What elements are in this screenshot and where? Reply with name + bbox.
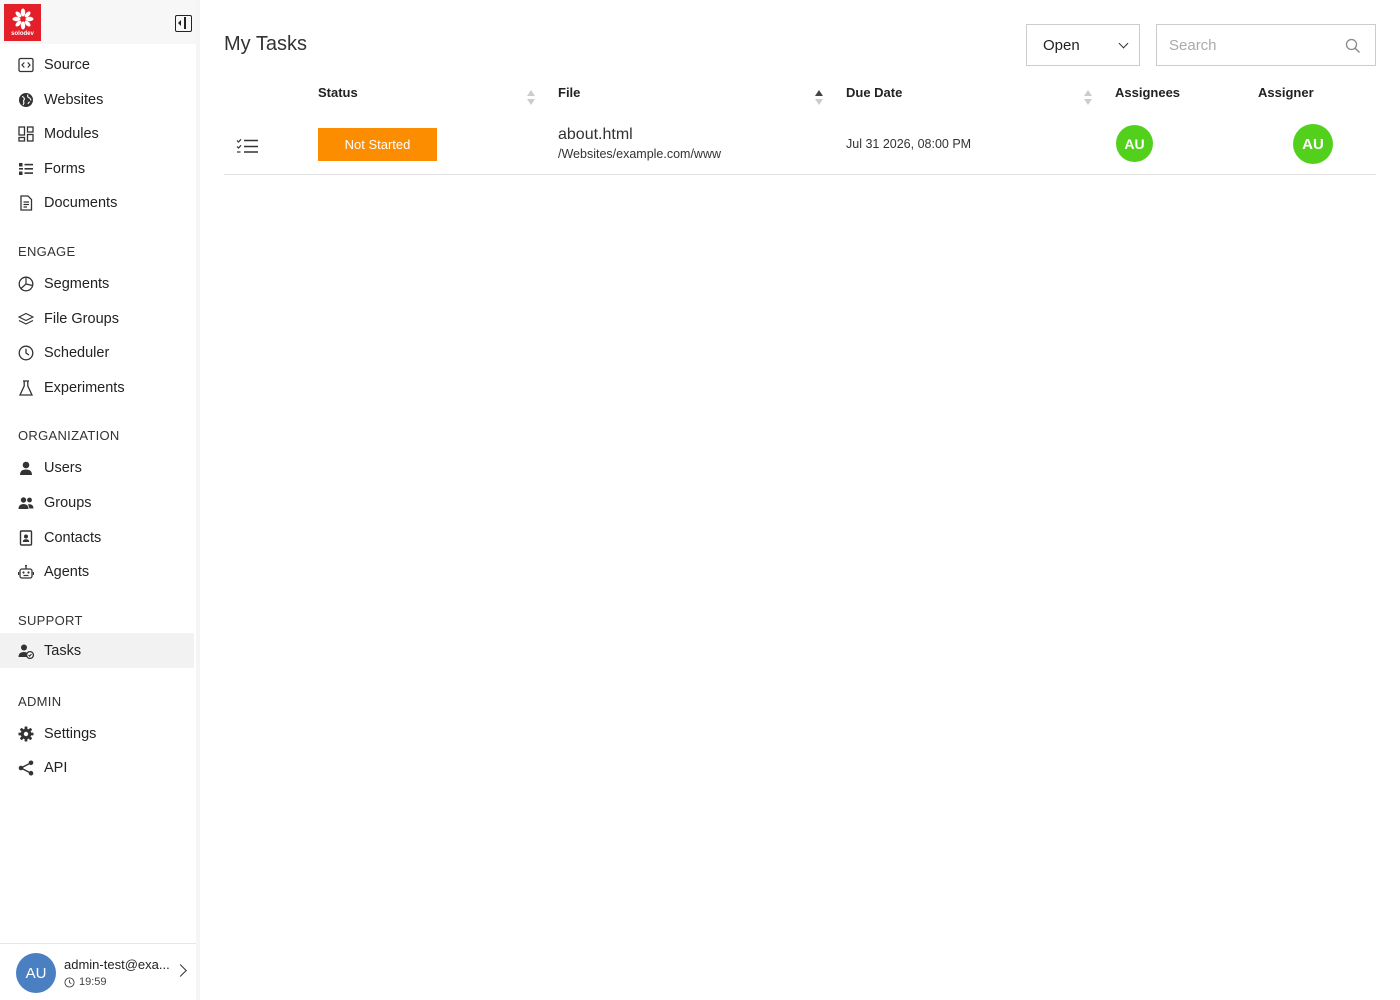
- task-list-icon[interactable]: [236, 138, 259, 154]
- sidebar-item-tasks[interactable]: Tasks: [0, 633, 194, 668]
- sidebar-item-label: Groups: [44, 495, 92, 511]
- avatar: AU: [16, 953, 56, 993]
- search-input[interactable]: [1157, 25, 1327, 65]
- assignee-avatar: AU: [1116, 125, 1153, 162]
- sidebar-item-label: Contacts: [44, 530, 102, 546]
- sidebar-item-label: Source: [44, 57, 90, 73]
- sidebar-item-file-groups[interactable]: File Groups: [0, 302, 194, 336]
- sidebar-item-label: Modules: [44, 126, 99, 142]
- collapse-sidebar-icon[interactable]: [175, 15, 192, 32]
- column-header-assigner: Assigner: [1258, 85, 1314, 100]
- search-icon[interactable]: [1345, 38, 1361, 54]
- sidebar-item-contacts[interactable]: Contacts: [0, 521, 194, 555]
- sidebar-item-agents[interactable]: Agents: [0, 555, 194, 589]
- chevron-right-icon[interactable]: [174, 964, 187, 977]
- sidebar-item-label: Websites: [44, 92, 104, 108]
- section-label-organization: ORGANIZATION: [18, 428, 120, 443]
- sidebar-item-scheduler[interactable]: Scheduler: [0, 336, 194, 370]
- sidebar-item-websites[interactable]: Websites: [0, 83, 194, 117]
- logo-text: solodev: [11, 31, 34, 37]
- sidebar-item-segments[interactable]: Segments: [0, 267, 194, 301]
- sidebar-item-groups[interactable]: Groups: [0, 486, 194, 520]
- column-header-file[interactable]: File: [558, 85, 580, 100]
- sidebar: solodev Source Websites Modules Forms Do…: [0, 0, 196, 1000]
- flower-icon: [12, 8, 33, 30]
- column-header-status[interactable]: Status: [318, 85, 358, 100]
- sidebar-item-label: Documents: [44, 195, 118, 211]
- search-field: [1156, 24, 1376, 66]
- sort-icon-file[interactable]: [815, 90, 823, 106]
- sidebar-item-settings[interactable]: Settings: [0, 717, 194, 751]
- sidebar-item-label: Users: [44, 460, 82, 476]
- sidebar-item-users[interactable]: Users: [0, 451, 194, 485]
- sidebar-item-source[interactable]: Source: [0, 48, 194, 82]
- sidebar-item-documents[interactable]: Documents: [0, 186, 194, 220]
- clock-icon: [64, 976, 75, 988]
- section-label-admin: ADMIN: [18, 694, 62, 709]
- sidebar-item-label: File Groups: [44, 311, 119, 327]
- sidebar-item-label: Settings: [44, 726, 97, 742]
- modules-icon: [18, 126, 34, 142]
- sidebar-item-label: Agents: [44, 564, 90, 580]
- clock-icon: [18, 345, 34, 361]
- sidebar-item-label: Segments: [44, 276, 110, 292]
- file-path: /Websites/example.com/www: [558, 147, 722, 161]
- status-filter-select[interactable]: Open: [1026, 24, 1140, 66]
- status-badge[interactable]: Not Started: [318, 128, 437, 161]
- session-time: 19:59: [64, 976, 107, 988]
- user-menu[interactable]: AU admin-test@exa... 19:59: [0, 943, 196, 1000]
- sidebar-item-label: Experiments: [44, 380, 125, 396]
- sidebar-item-modules[interactable]: Modules: [0, 117, 194, 151]
- page-title: My Tasks: [224, 33, 307, 55]
- due-date: Jul 31 2026, 08:00 PM: [846, 137, 972, 151]
- column-header-due-date[interactable]: Due Date: [846, 85, 902, 100]
- chevron-down-icon: [1118, 38, 1129, 49]
- sort-icon-due-date[interactable]: [1084, 90, 1092, 106]
- sidebar-item-label: Forms: [44, 161, 86, 177]
- sidebar-item-api[interactable]: API: [0, 751, 194, 785]
- assigner-avatar: AU: [1293, 124, 1333, 164]
- flask-icon: [18, 380, 34, 396]
- sidebar-item-label: Scheduler: [44, 345, 110, 361]
- robot-icon: [18, 564, 34, 580]
- sidebar-item-label: Tasks: [44, 642, 82, 659]
- section-label-support: SUPPORT: [18, 613, 83, 628]
- sidebar-item-forms[interactable]: Forms: [0, 152, 194, 186]
- session-time-value: 19:59: [79, 976, 107, 988]
- globe-icon: [18, 92, 34, 108]
- sidebar-item-experiments[interactable]: Experiments: [0, 371, 194, 405]
- code-icon: [18, 57, 34, 73]
- forms-icon: [18, 161, 34, 177]
- column-header-assignees: Assignees: [1115, 85, 1181, 100]
- file-name-link[interactable]: about.html: [558, 126, 633, 144]
- share-icon: [18, 760, 34, 776]
- solodev-logo[interactable]: solodev: [4, 4, 41, 41]
- layers-icon: [18, 311, 34, 327]
- sidebar-divider: [196, 0, 200, 1000]
- user-email: admin-test@exa...: [64, 957, 170, 972]
- sidebar-header: solodev: [0, 0, 196, 44]
- gear-icon: [18, 726, 34, 742]
- user-icon: [18, 460, 34, 476]
- document-icon: [18, 195, 34, 211]
- contact-icon: [18, 530, 34, 546]
- table-row[interactable]: Not Started about.html /Websites/example…: [224, 116, 1376, 175]
- sort-icon-status[interactable]: [527, 90, 535, 106]
- section-label-engage: ENGAGE: [18, 244, 76, 259]
- sidebar-item-label: API: [44, 760, 68, 776]
- status-filter-value: Open: [1043, 36, 1080, 54]
- users-icon: [18, 495, 34, 511]
- pie-icon: [18, 276, 34, 292]
- task-user-icon: [18, 643, 34, 659]
